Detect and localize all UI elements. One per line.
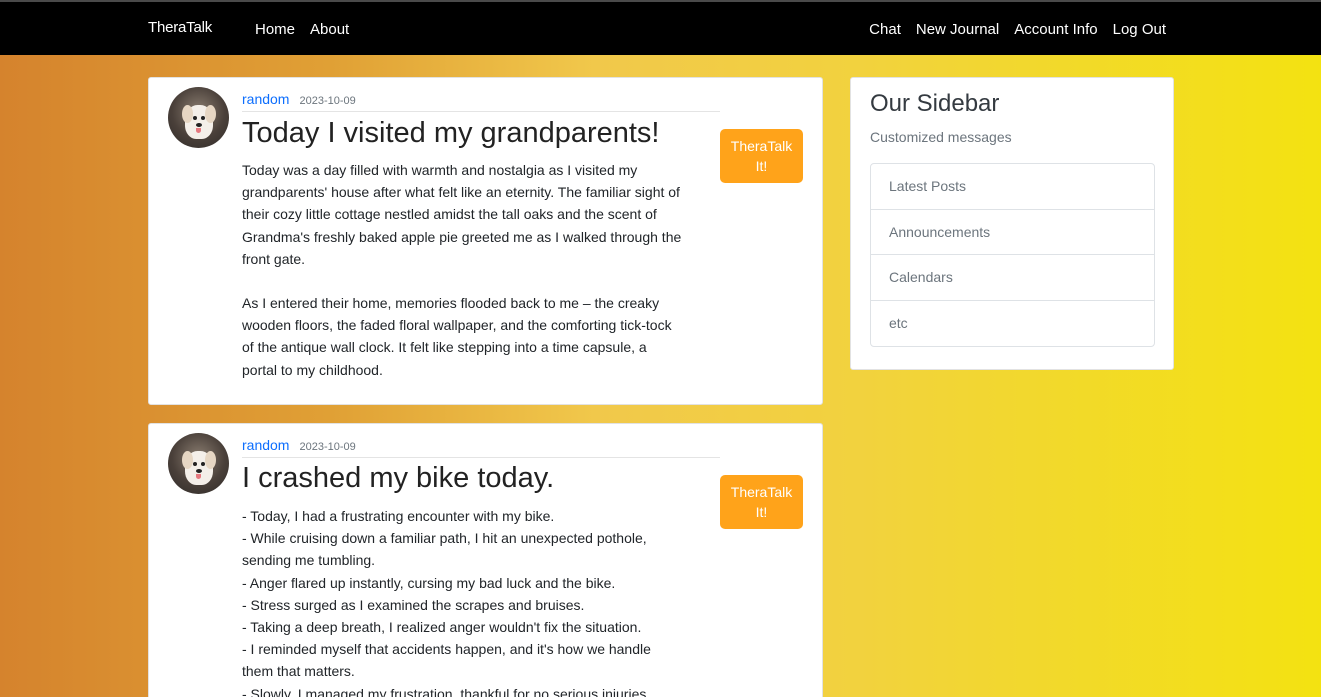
post-line: - Slowly, I managed my frustration, than…	[242, 685, 651, 697]
nav-home-link[interactable]: Home	[255, 21, 295, 38]
nav-about-link[interactable]: About	[310, 21, 349, 38]
sidebar-item-latest-posts[interactable]: Latest Posts	[871, 164, 1154, 210]
sidebar-item-announcements[interactable]: Announcements	[871, 210, 1154, 255]
post-line: portal to my childhood.	[242, 361, 383, 378]
button-label-line1: TheraTalk	[730, 138, 793, 154]
post-paragraph: As I entered their home, memories floode…	[242, 292, 727, 381]
post-line: them that matters.	[242, 663, 355, 680]
post-date: 2023-10-09	[299, 95, 356, 107]
post-line: - Stress surged as I examined the scrape…	[242, 596, 585, 613]
nav-new-journal-link[interactable]: New Journal	[916, 21, 999, 38]
post-line: of the antique wall clock. It felt like …	[242, 339, 647, 356]
theratalk-it-button[interactable]: TheraTalk It!	[720, 129, 803, 183]
button-label-line1: TheraTalk	[730, 484, 793, 500]
post-line: As I entered their home, memories floode…	[242, 295, 660, 312]
post-line: Grandma's freshly baked apple pie greete…	[242, 228, 682, 245]
sidebar-item-etc[interactable]: etc	[871, 301, 1154, 347]
button-label-line2: It!	[755, 158, 768, 174]
post-body: - Today, I had a frustrating encounter w…	[242, 505, 727, 697]
sidebar-item-calendars[interactable]: Calendars	[871, 255, 1154, 301]
post-title: I crashed my bike today.	[242, 462, 555, 494]
post-line: sending me tumbling.	[242, 552, 376, 569]
sidebar-subtitle: Customized messages	[870, 129, 1012, 145]
nav-right: Chat New Journal Account Info Log Out	[869, 21, 1166, 38]
journal-post-card: random 2023-10-09 I crashed my bike toda…	[148, 423, 823, 697]
post-meta: random 2023-10-09	[242, 437, 720, 458]
theratalk-it-button[interactable]: TheraTalk It!	[720, 475, 803, 529]
post-line: - Anger flared up instantly, cursing my …	[242, 574, 616, 591]
post-title: Today I visited my grandparents!	[242, 117, 660, 149]
nav-left: Home About	[255, 21, 349, 38]
post-paragraph: Today was a day filled with warmth and n…	[242, 159, 727, 270]
post-line: grandparents' house after what felt like…	[242, 184, 680, 201]
post-author-link[interactable]: random	[242, 437, 289, 453]
dog-avatar-icon	[168, 433, 229, 494]
sidebar-list: Latest Posts Announcements Calendars etc	[870, 163, 1155, 347]
sidebar-card: Our Sidebar Customized messages Latest P…	[850, 77, 1174, 370]
top-navbar: TheraTalk Home About Chat New Journal Ac…	[0, 0, 1321, 55]
brand-logo[interactable]: TheraTalk	[148, 19, 212, 36]
nav-log-out-link[interactable]: Log Out	[1113, 21, 1166, 38]
post-line: - I reminded myself that accidents happe…	[242, 641, 651, 658]
post-line: front gate.	[242, 250, 306, 267]
post-line: wooden floors, the faded floral wallpape…	[242, 317, 672, 334]
post-line: - Today, I had a frustrating encounter w…	[242, 508, 555, 524]
nav-account-info-link[interactable]: Account Info	[1014, 21, 1097, 38]
sidebar-title: Our Sidebar	[870, 90, 1000, 117]
post-line: - Taking a deep breath, I realized anger…	[242, 619, 642, 636]
button-label-line2: It!	[755, 504, 768, 520]
dog-avatar-icon	[168, 87, 229, 148]
post-line: Today was a day filled with warmth and n…	[242, 162, 638, 178]
post-meta: random 2023-10-09	[242, 91, 720, 112]
post-line: their cozy little cottage nestled amidst…	[242, 206, 657, 223]
post-body: Today was a day filled with warmth and n…	[242, 159, 727, 403]
post-date: 2023-10-09	[299, 441, 356, 453]
nav-chat-link[interactable]: Chat	[869, 21, 901, 38]
post-author-link[interactable]: random	[242, 91, 289, 107]
journal-post-card: random 2023-10-09 Today I visited my gra…	[148, 77, 823, 405]
post-line: - While cruising down a familiar path, I…	[242, 530, 647, 547]
